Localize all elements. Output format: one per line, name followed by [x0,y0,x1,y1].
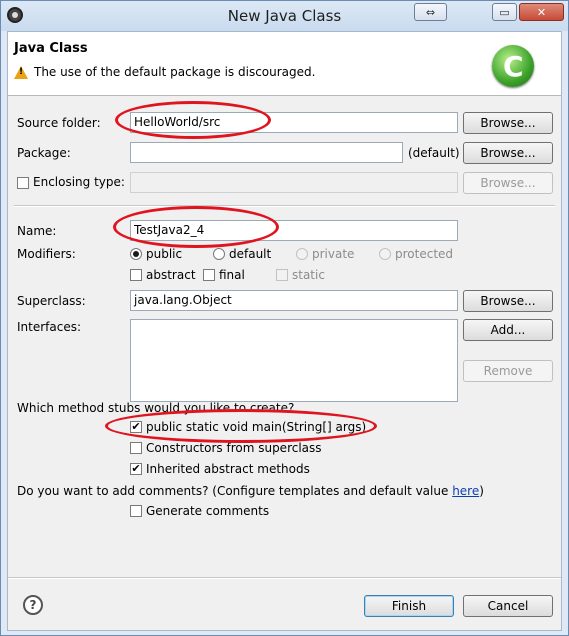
help-icon[interactable]: ? [23,595,43,615]
package-browse-button[interactable]: Browse... [463,142,553,164]
new-java-class-window: New Java Class ⇔ ▭ ✕ Java Class The use … [0,0,569,636]
source-folder-input[interactable]: HelloWorld/src [130,112,458,133]
cancel-button[interactable]: Cancel [463,595,553,617]
enclosing-type-label: Enclosing type: [33,175,125,189]
static-checkbox-label: static [292,268,325,282]
finish-button[interactable]: Finish [364,595,454,617]
private-radio[interactable] [296,248,308,260]
generate-comments-checkbox[interactable] [130,505,142,517]
static-checkbox[interactable] [276,269,288,281]
package-default-label: (default) [408,146,460,160]
restore-button[interactable]: ⇔ [414,3,447,21]
constructors-label: Constructors from superclass [146,441,322,455]
enclosing-type-browse-button[interactable]: Browse... [463,172,553,194]
inherited-methods-checkbox[interactable]: ✔ [130,463,142,475]
source-folder-label: Source folder: [17,116,101,130]
comments-question-end: ) [479,484,484,498]
enclosing-type-input[interactable] [130,172,458,193]
public-radio[interactable] [130,248,142,260]
package-label: Package: [17,146,71,160]
main-method-label: public static void main(String[] args) [146,420,367,434]
configure-templates-link[interactable]: here [452,484,479,498]
remove-interface-button[interactable]: Remove [463,360,553,382]
footer-separator [8,577,561,579]
constructors-checkbox[interactable] [130,442,142,454]
enclosing-type-checkbox[interactable] [17,177,29,189]
final-checkbox[interactable] [203,269,215,281]
abstract-checkbox[interactable] [130,269,142,281]
superclass-label: Superclass: [17,294,86,308]
wizard-header: Java Class The use of the default packag… [8,32,561,96]
default-radio[interactable] [213,248,225,260]
comments-question-text: Do you want to add comments? (Configure … [17,484,453,498]
close-button[interactable]: ✕ [519,3,564,21]
modifiers-label: Modifiers: [17,247,76,261]
maximize-button[interactable]: ▭ [492,3,517,21]
abstract-checkbox-label: abstract [146,268,196,282]
separator [14,205,555,207]
class-name-input[interactable]: TestJava2_4 [130,220,458,241]
default-radio-label: default [229,247,272,261]
public-radio-label: public [146,247,183,261]
wizard-title: Java Class [14,41,88,56]
name-label: Name: [17,224,57,238]
dialog-panel: Java Class The use of the default packag… [7,31,562,631]
main-method-checkbox[interactable]: ✔ [130,421,142,433]
superclass-input[interactable]: java.lang.Object [130,290,458,311]
comments-question: Do you want to add comments? (Configure … [17,484,484,498]
method-stubs-question: Which method stubs would you like to cre… [17,401,295,415]
inherited-methods-label: Inherited abstract methods [146,462,310,476]
interfaces-label: Interfaces: [17,320,82,334]
window-title: New Java Class [227,7,342,25]
title-bar[interactable]: New Java Class ⇔ ▭ ✕ [1,1,568,31]
protected-radio-label: protected [395,247,454,261]
source-folder-browse-button[interactable]: Browse... [463,112,553,134]
interfaces-list[interactable] [130,319,458,402]
warning-message: The use of the default package is discou… [34,65,316,79]
add-interface-button[interactable]: Add... [463,319,553,341]
superclass-browse-button[interactable]: Browse... [463,290,553,312]
new-class-wizard-icon [492,45,534,87]
private-radio-label: private [312,247,355,261]
generate-comments-label: Generate comments [146,504,270,518]
protected-radio[interactable] [379,248,391,260]
package-input[interactable] [130,142,403,163]
warning-icon [14,66,28,79]
final-checkbox-label: final [219,268,245,282]
